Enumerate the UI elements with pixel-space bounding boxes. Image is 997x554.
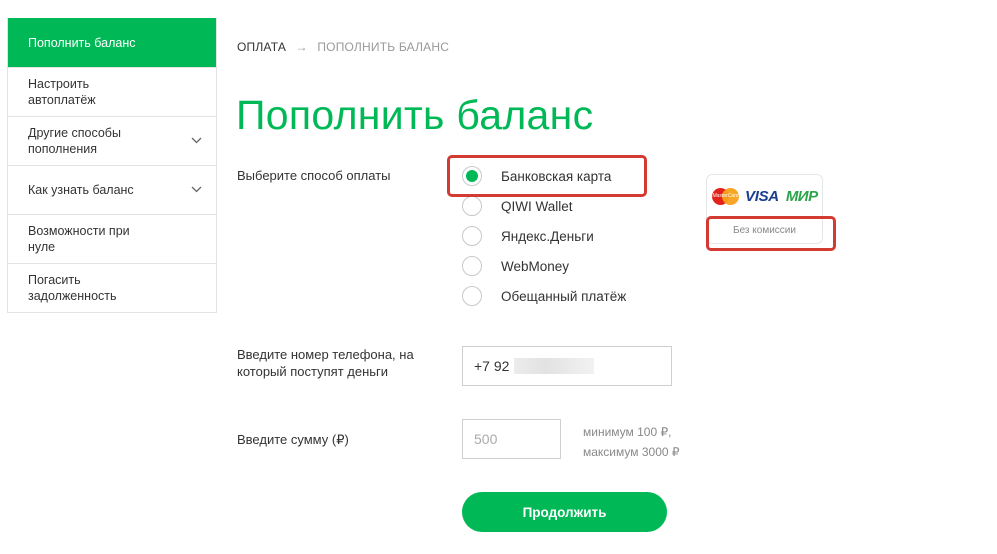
- payment-option-label: Яндекс.Деньги: [501, 228, 594, 244]
- breadcrumb-separator: →: [295, 40, 308, 54]
- sidebar-item-top-up[interactable]: Пополнить баланс: [8, 18, 216, 67]
- payment-option-qiwi[interactable]: QIWI Wallet: [462, 194, 573, 218]
- breadcrumb-link-payment[interactable]: ОПЛАТА: [237, 40, 286, 54]
- sum-hint: минимум 100 ₽, максимум 3000 ₽: [583, 422, 680, 462]
- payment-method-label: Выберите способ оплаты: [237, 168, 391, 183]
- sidebar-item-other-methods[interactable]: Другие способы пополнения: [8, 116, 216, 165]
- sidebar-item-zero-balance[interactable]: Возможности при нуле: [8, 214, 216, 263]
- visa-logo: VISA: [745, 188, 779, 205]
- breadcrumb-current: ПОПОЛНИТЬ БАЛАНС: [317, 40, 450, 54]
- sidebar-item-label: Как узнать баланс: [28, 183, 134, 197]
- payment-option-label: QIWI Wallet: [501, 198, 573, 214]
- mir-logo: МИР: [785, 188, 818, 205]
- payment-option-label: Обещанный платёж: [501, 288, 627, 304]
- sidebar-item-pay-debt[interactable]: Погасить задолженность: [8, 263, 216, 312]
- highlight-frame-no-commission: [706, 216, 836, 251]
- radio[interactable]: [462, 286, 482, 306]
- continue-button[interactable]: Продолжить: [462, 492, 667, 532]
- sidebar-item-label: Другие способы пополнения: [28, 126, 121, 156]
- payment-option-label: WebMoney: [501, 258, 570, 274]
- sidebar-item-label: Погасить задолженность: [28, 273, 117, 303]
- payment-option-promised-payment[interactable]: Обещанный платёж: [462, 284, 626, 308]
- sum-min-hint: минимум 100 ₽,: [583, 425, 672, 439]
- sidebar-item-autopay[interactable]: Настроить автоплатёж: [8, 67, 216, 116]
- phone-value: +7 92: [474, 358, 510, 374]
- radio[interactable]: [462, 226, 482, 246]
- radio[interactable]: [462, 256, 482, 276]
- mastercard-logo: MasterCard: [712, 188, 739, 205]
- payment-option-yandex-money[interactable]: Яндекс.Деньги: [462, 224, 594, 248]
- card-logos: MasterCard VISA МИР: [712, 188, 818, 205]
- phone-input[interactable]: +7 92: [462, 346, 672, 386]
- highlight-frame-bank-card: [447, 155, 647, 197]
- sum-max-hint: максимум 3000 ₽: [583, 445, 680, 459]
- sidebar-nav: Пополнить баланс Настроить автоплатёж Др…: [7, 18, 217, 313]
- chevron-down-icon: [191, 137, 202, 144]
- sum-label: Введите сумму (₽): [237, 432, 349, 447]
- radio[interactable]: [462, 196, 482, 216]
- sidebar-item-label: Настроить автоплатёж: [28, 77, 96, 107]
- sum-input[interactable]: 500: [462, 419, 561, 459]
- phone-label: Введите номер телефона, на который посту…: [237, 347, 414, 379]
- breadcrumb: ОПЛАТА → ПОПОЛНИТЬ БАЛАНС: [237, 40, 449, 54]
- phone-redaction: [514, 358, 595, 374]
- page-title: Пополнить баланс: [236, 92, 594, 138]
- payment-option-webmoney[interactable]: WebMoney: [462, 254, 569, 278]
- sum-placeholder: 500: [474, 431, 498, 447]
- chevron-down-icon: [191, 186, 202, 193]
- sidebar-item-check-balance[interactable]: Как узнать баланс: [8, 165, 216, 214]
- sidebar-item-label: Пополнить баланс: [28, 36, 136, 50]
- sidebar-item-label: Возможности при нуле: [28, 224, 130, 254]
